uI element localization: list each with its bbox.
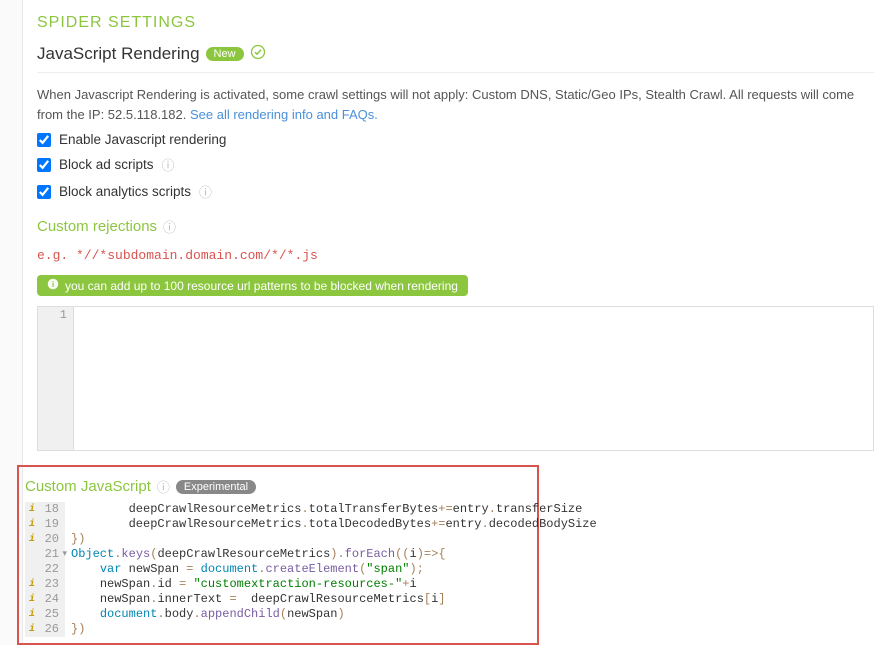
gutter-cell: i26 — [25, 622, 65, 637]
check-circle-icon — [250, 44, 266, 64]
code-line: i18 deepCrawlResourceMetrics.totalTransf… — [25, 502, 595, 517]
code-line: i25 document.body.appendChild(newSpan) — [25, 607, 595, 622]
custom-rejections-header: Custom rejections ⓘ — [37, 217, 874, 236]
code-content[interactable]: }) — [65, 532, 595, 547]
custom-rejections-title: Custom rejections — [37, 218, 157, 235]
info-icon[interactable]: ⓘ — [162, 155, 175, 174]
info-solid-icon: i — [47, 278, 59, 293]
rejections-example: e.g. *//*subdomain.domain.com/*/*.js — [37, 242, 874, 269]
code-line: i24 newSpan.innerText = deepCrawlResourc… — [25, 592, 595, 607]
note-text: When Javascript Rendering is activated, … — [37, 87, 854, 122]
code-content[interactable]: newSpan.innerText = deepCrawlResourceMet… — [65, 592, 595, 607]
experimental-badge: Experimental — [176, 480, 256, 494]
divider — [37, 72, 874, 73]
info-icon[interactable]: ⓘ — [199, 182, 212, 201]
enable-js-checkbox[interactable] — [37, 133, 51, 147]
gutter-cell: 21▾ — [25, 547, 65, 562]
code-content[interactable]: newSpan.id = "customextraction-resources… — [65, 577, 595, 592]
gutter-cell: i24 — [25, 592, 65, 607]
gutter-cell: 22 — [25, 562, 65, 577]
warning-icon: i — [29, 532, 35, 547]
code-line: i23 newSpan.id = "customextraction-resou… — [25, 577, 595, 592]
gutter-cell: i25 — [25, 607, 65, 622]
block-analytics-checkbox[interactable] — [37, 185, 51, 199]
editor-gutter: 1 — [38, 307, 74, 450]
new-badge: New — [206, 47, 244, 61]
custom-js-editor[interactable]: i18 deepCrawlResourceMetrics.totalTransf… — [25, 502, 595, 637]
section-header: JavaScript Rendering New — [37, 44, 874, 64]
warning-icon: i — [29, 622, 35, 637]
custom-js-header: Custom JavaScript ⓘ Experimental — [25, 477, 531, 496]
section-title: JavaScript Rendering — [37, 44, 200, 64]
rendering-info-link[interactable]: See all rendering info and FAQs. — [190, 107, 378, 122]
rejections-hint: i you can add up to 100 resource url pat… — [37, 275, 468, 296]
svg-text:i: i — [52, 280, 54, 289]
panel-title: SPIDER SETTINGS — [37, 14, 874, 32]
code-line: i26}) — [25, 622, 595, 637]
warning-icon: i — [29, 607, 35, 622]
code-line: i20}) — [25, 532, 595, 547]
block-analytics-row: Block analytics scripts ⓘ — [37, 182, 874, 201]
gutter-cell: i23 — [25, 577, 65, 592]
warning-icon: i — [29, 502, 35, 517]
code-line: 21▾Object.keys(deepCrawlResourceMetrics)… — [25, 547, 595, 562]
code-line: i19 deepCrawlResourceMetrics.totalDecode… — [25, 517, 595, 532]
enable-js-row: Enable Javascript rendering — [37, 132, 874, 147]
gutter-cell: i19 — [25, 517, 65, 532]
code-content[interactable]: Object.keys(deepCrawlResourceMetrics).fo… — [65, 547, 595, 562]
enable-js-label: Enable Javascript rendering — [59, 132, 226, 147]
hint-text: you can add up to 100 resource url patte… — [65, 279, 458, 293]
code-content[interactable]: deepCrawlResourceMetrics.totalDecodedByt… — [65, 517, 597, 532]
code-content[interactable]: }) — [65, 622, 595, 637]
rendering-note: When Javascript Rendering is activated, … — [37, 85, 874, 124]
warning-icon: i — [29, 577, 35, 592]
editor-content[interactable] — [74, 307, 873, 450]
settings-panel: SPIDER SETTINGS JavaScript Rendering New… — [22, 0, 888, 645]
rejections-editor[interactable]: 1 — [37, 306, 874, 451]
code-line: 22 var newSpan = document.createElement(… — [25, 562, 595, 577]
block-ads-checkbox[interactable] — [37, 158, 51, 172]
info-icon[interactable]: ⓘ — [157, 477, 170, 496]
custom-js-frame: Custom JavaScript ⓘ Experimental i18 dee… — [17, 465, 539, 645]
gutter-cell: i20 — [25, 532, 65, 547]
code-content[interactable]: document.body.appendChild(newSpan) — [65, 607, 595, 622]
warning-icon: i — [29, 592, 35, 607]
code-content[interactable]: var newSpan = document.createElement("sp… — [65, 562, 595, 577]
block-analytics-label: Block analytics scripts — [59, 184, 191, 199]
info-icon[interactable]: ⓘ — [163, 217, 176, 236]
code-content[interactable]: deepCrawlResourceMetrics.totalTransferBy… — [65, 502, 595, 517]
block-ads-label: Block ad scripts — [59, 157, 154, 172]
warning-icon: i — [29, 517, 35, 532]
block-ads-row: Block ad scripts ⓘ — [37, 155, 874, 174]
gutter-cell: i18 — [25, 502, 65, 517]
fold-icon[interactable]: ▾ — [62, 547, 67, 562]
custom-js-title: Custom JavaScript — [25, 478, 151, 495]
